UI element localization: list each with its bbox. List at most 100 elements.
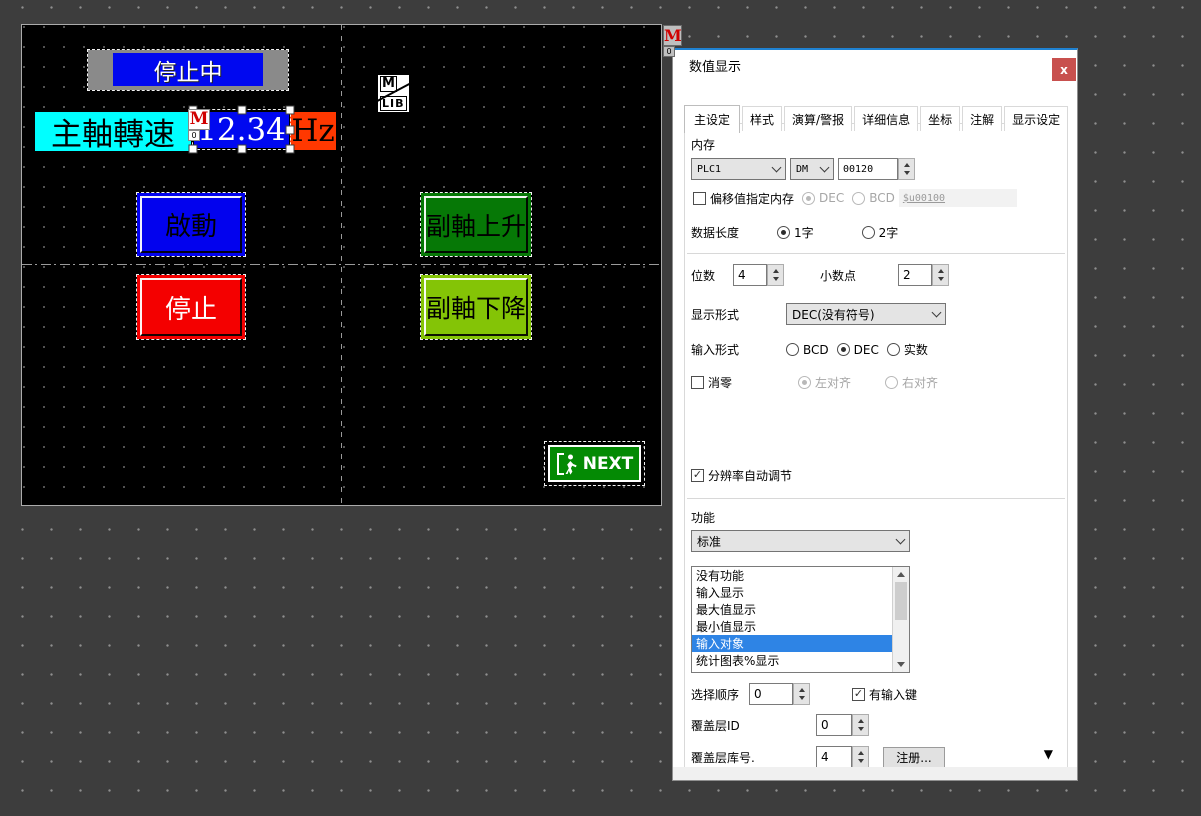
listbox-scrollbar[interactable] xyxy=(892,567,909,672)
close-button[interactable]: x xyxy=(1052,58,1076,81)
digits-input[interactable]: 4 xyxy=(733,264,767,286)
status-lamp-label: 停止中 xyxy=(154,53,223,87)
tab-operation-alarm[interactable]: 演算/警报 xyxy=(784,106,852,131)
list-item[interactable]: 统计图表%显示 xyxy=(692,652,892,669)
list-item[interactable]: 最大值显示 xyxy=(692,601,892,618)
input-dec-radio[interactable] xyxy=(837,343,850,356)
dialog-bottom-strip xyxy=(673,767,1077,780)
address-input[interactable]: 00120 xyxy=(838,158,898,180)
tab-style[interactable]: 样式 xyxy=(742,106,782,131)
overlay-id-spinner[interactable] xyxy=(852,714,869,736)
overlay-id-input[interactable]: 0 xyxy=(816,714,852,736)
offset-address-field: $u00100 xyxy=(899,189,1017,207)
stop-button[interactable]: 停止 xyxy=(137,275,245,339)
scroll-up-arrow[interactable] xyxy=(893,567,909,581)
input-real-radio[interactable] xyxy=(887,343,900,356)
list-item-selected[interactable]: 输入对象 xyxy=(692,635,892,652)
decimal-input[interactable]: 2 xyxy=(898,264,932,286)
dialog-tabs: 主设定 样式 演算/警报 详细信息 坐标 注解 显示设定 xyxy=(684,103,1070,131)
display-format-label: 显示形式 xyxy=(691,306,786,323)
selection-handle-ne[interactable] xyxy=(286,106,295,115)
decimal-spinner[interactable] xyxy=(932,264,949,286)
scroll-down-arrow[interactable] xyxy=(893,658,909,672)
running-man-icon xyxy=(556,452,578,476)
dialog-title: 数值显示 xyxy=(673,50,1077,80)
digits-spinner[interactable] xyxy=(767,264,784,286)
part-marker-icon: M 0 xyxy=(188,109,210,141)
sub-axis-down-button[interactable]: 副軸下降 xyxy=(421,275,531,339)
numeric-display-dialog: 数值显示 x 主设定 样式 演算/警报 详细信息 坐标 注解 显示设定 内存 P… xyxy=(672,48,1078,781)
divider xyxy=(687,253,1065,254)
next-screen-button[interactable]: NEXT xyxy=(548,445,641,482)
input-key-checkbox[interactable] xyxy=(852,688,865,701)
address-spinner[interactable] xyxy=(898,158,915,180)
unit-label[interactable]: Hz xyxy=(290,112,336,150)
mlib-icon[interactable]: M LIB xyxy=(378,75,409,112)
align-left-radio[interactable] xyxy=(798,376,811,389)
function-listbox[interactable]: 没有功能 输入显示 最大值显示 最小值显示 输入对象 统计图表%显示 xyxy=(691,566,910,673)
display-format-select[interactable]: DEC(没有符号) xyxy=(786,303,946,325)
memory-section-label: 内存 xyxy=(691,136,715,153)
overlay-lib-input[interactable]: 4 xyxy=(816,746,852,768)
numeric-value: 12.34 xyxy=(197,112,286,148)
hmi-design-canvas[interactable]: 停止中 M LIB 主軸轉速 12.34 Hz M 0 啟動 副軸上升 xyxy=(21,24,662,506)
sub-axis-up-button[interactable]: 副軸上升 xyxy=(421,193,531,256)
function-section-label: 功能 xyxy=(691,509,715,526)
mlib-lib-glyph: LIB xyxy=(380,96,407,111)
list-item[interactable]: 没有功能 xyxy=(692,567,892,584)
selection-handle-sw[interactable] xyxy=(189,145,198,154)
vertical-center-guide xyxy=(341,25,342,505)
offset-address-link[interactable]: $u00100 xyxy=(903,193,945,204)
status-lamp[interactable]: 停止中 xyxy=(113,53,263,86)
desktop: { "canvas": { "status_plate": { "label":… xyxy=(0,0,1201,816)
selection-handle-n[interactable] xyxy=(237,106,246,115)
select-order-input[interactable]: 0 xyxy=(749,683,793,705)
horizontal-center-guide xyxy=(22,264,661,265)
scrollbar-thumb[interactable] xyxy=(895,582,907,620)
tab-main-settings[interactable]: 主设定 xyxy=(684,105,740,133)
screen-part-marker-icon[interactable]: M 0 xyxy=(663,25,682,57)
overlay-lib-spinner[interactable] xyxy=(852,746,869,768)
overlay-lib-label: 覆盖层库号. xyxy=(691,749,816,766)
more-content-indicator[interactable]: ▼ xyxy=(1044,747,1053,761)
chevron-down-icon xyxy=(932,308,942,318)
select-order-spinner[interactable] xyxy=(793,683,810,705)
length-2word-radio[interactable] xyxy=(862,226,875,239)
start-button[interactable]: 啟動 xyxy=(137,193,245,256)
selection-handle-s[interactable] xyxy=(237,145,246,154)
input-format-label: 输入形式 xyxy=(691,341,786,358)
main-settings-panel: 内存 PLC1 DM 00120 偏移值指定内存 DEC BCD $u001 xyxy=(684,123,1068,768)
function-select[interactable]: 标准 xyxy=(691,530,910,552)
status-lamp-plate[interactable]: 停止中 xyxy=(88,50,288,90)
chevron-down-icon xyxy=(896,535,906,545)
offset-memory-checkbox[interactable] xyxy=(693,192,706,205)
tab-display-settings[interactable]: 显示设定 xyxy=(1004,106,1068,131)
input-bcd-radio[interactable] xyxy=(786,343,799,356)
chevron-down-icon xyxy=(772,163,782,173)
align-right-radio[interactable] xyxy=(885,376,898,389)
zero-suppress-checkbox[interactable] xyxy=(691,376,704,389)
overlay-id-label: 覆盖层ID xyxy=(691,717,816,734)
digits-label: 位数 xyxy=(691,267,715,284)
list-item[interactable]: 输入显示 xyxy=(692,584,892,601)
decimal-label: 小数点 xyxy=(820,267,856,284)
auto-resolution-label: 分辨率自动调节 xyxy=(708,467,792,484)
plc-select[interactable]: PLC1 xyxy=(691,158,786,180)
auto-resolution-checkbox[interactable] xyxy=(691,469,704,482)
spindle-speed-label[interactable]: 主軸轉速 xyxy=(35,112,191,151)
offset-bcd-radio[interactable] xyxy=(852,192,865,205)
memory-area-select[interactable]: DM xyxy=(790,158,834,180)
selection-handle-se[interactable] xyxy=(286,145,295,154)
offset-memory-label: 偏移值指定内存 xyxy=(710,190,794,207)
register-button[interactable]: 注册... xyxy=(883,747,945,768)
list-item[interactable]: 最小值显示 xyxy=(692,618,892,635)
offset-dec-radio[interactable] xyxy=(802,192,815,205)
input-key-label: 有输入键 xyxy=(869,686,917,703)
tab-comment[interactable]: 注解 xyxy=(962,106,1002,131)
tab-coordinates[interactable]: 坐标 xyxy=(920,106,960,131)
chevron-down-icon xyxy=(820,163,830,173)
next-button-label: NEXT xyxy=(583,454,634,474)
tab-details[interactable]: 详细信息 xyxy=(854,106,918,131)
selection-handle-e[interactable] xyxy=(286,125,295,134)
length-1word-radio[interactable] xyxy=(777,226,790,239)
